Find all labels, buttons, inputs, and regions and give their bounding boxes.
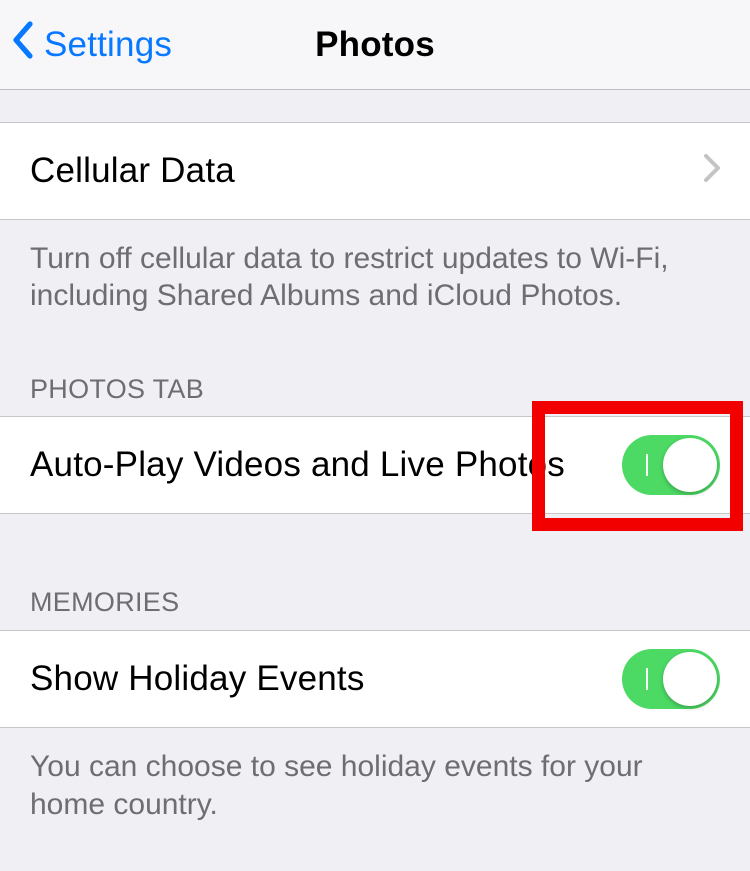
cellular-data-label: Cellular Data	[30, 151, 704, 191]
chevron-right-icon	[704, 154, 720, 187]
show-holiday-cell: Show Holiday Events	[0, 631, 750, 727]
cellular-data-cell[interactable]: Cellular Data	[0, 123, 750, 219]
shared-albums-footer: to other people's shared albums.	[0, 90, 750, 122]
show-holiday-toggle[interactable]	[622, 649, 720, 709]
chevron-left-icon	[10, 20, 44, 69]
autoplay-toggle[interactable]	[622, 435, 720, 495]
memories-header: MEMORIES	[0, 514, 750, 630]
cellular-data-group: Cellular Data	[0, 122, 750, 220]
memories-footer: You can choose to see holiday events for…	[0, 728, 750, 853]
navigation-bar: Settings Photos	[0, 0, 750, 90]
memories-group: Show Holiday Events	[0, 630, 750, 728]
autoplay-label: Auto-Play Videos and Live Photos	[30, 445, 622, 485]
cellular-data-footer: Turn off cellular data to restrict updat…	[0, 220, 750, 325]
photos-tab-group: Auto-Play Videos and Live Photos	[0, 416, 750, 514]
autoplay-cell: Auto-Play Videos and Live Photos	[0, 417, 750, 513]
photos-tab-header: PHOTOS TAB	[0, 325, 750, 417]
back-button[interactable]: Settings	[10, 0, 172, 89]
back-label: Settings	[44, 25, 172, 65]
show-holiday-label: Show Holiday Events	[30, 659, 622, 699]
